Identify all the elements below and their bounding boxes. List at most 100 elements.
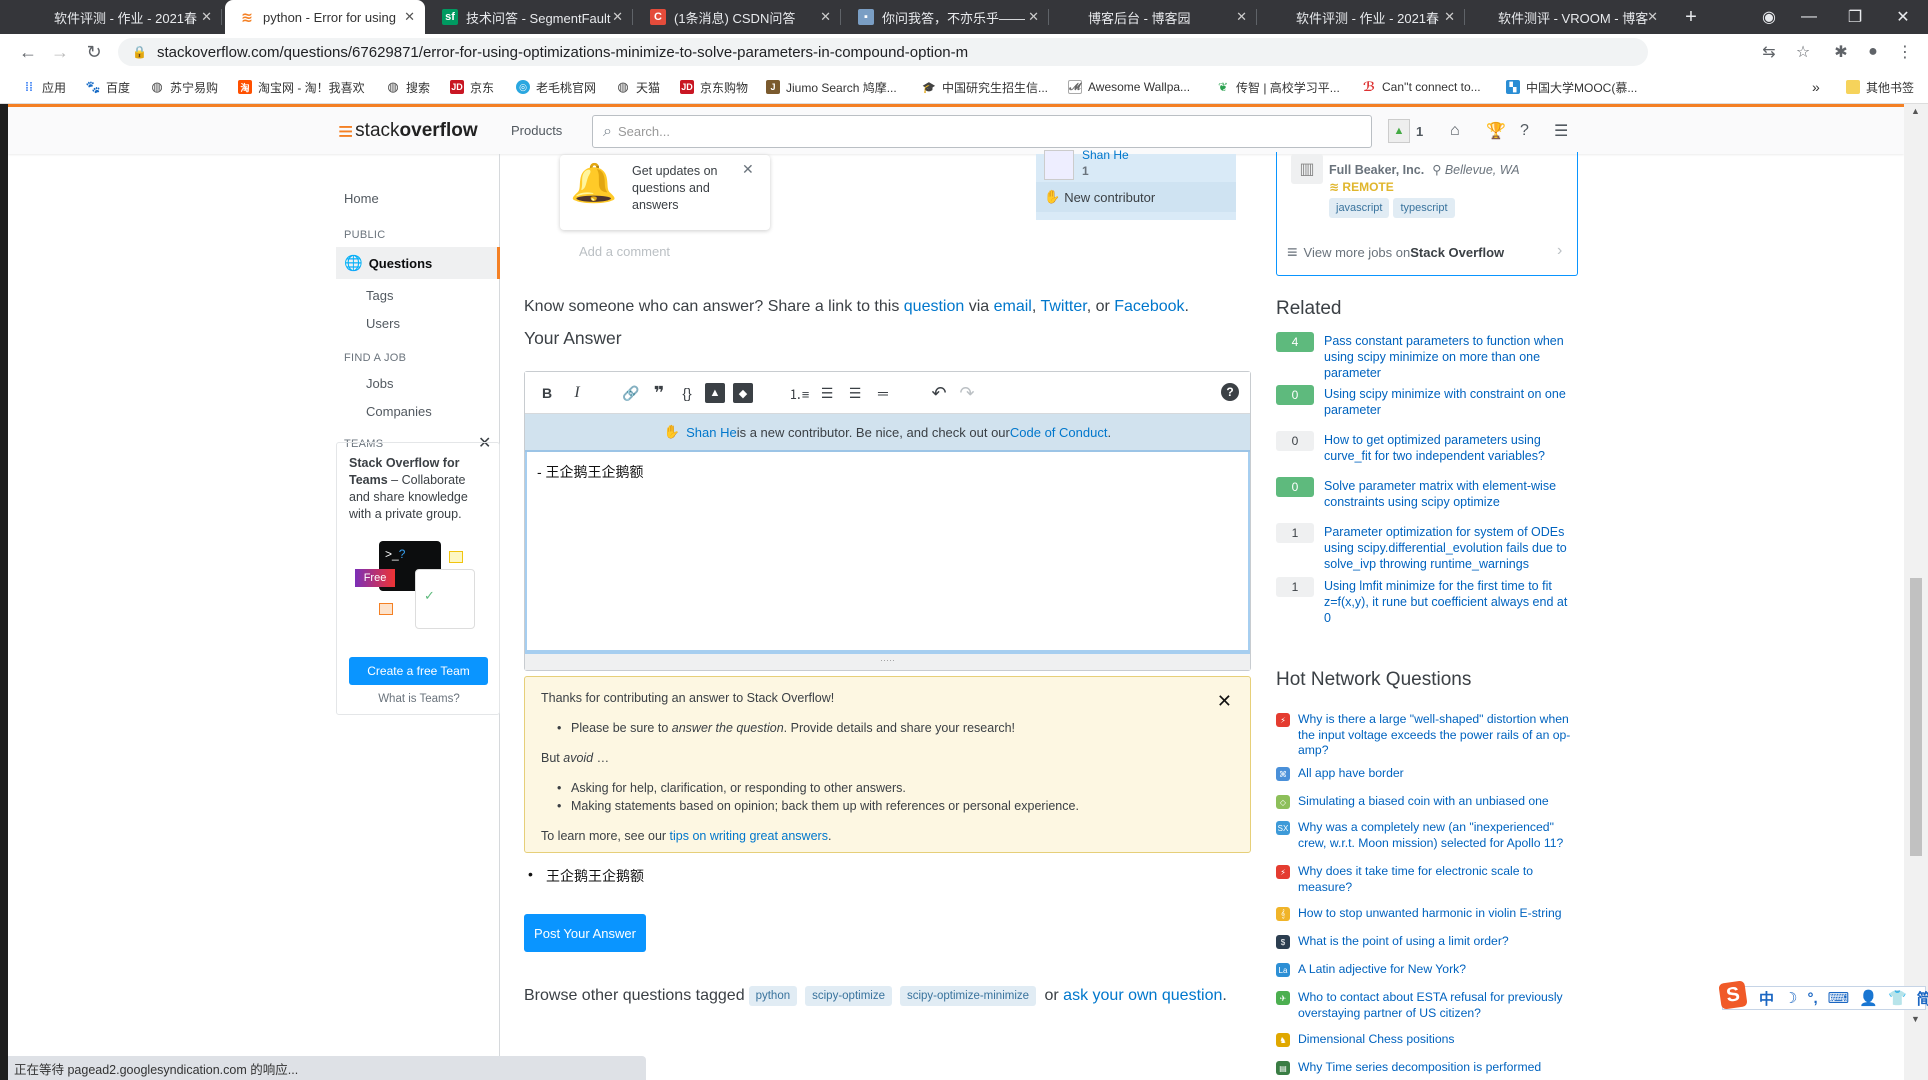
close-window-icon[interactable]: ✕ — [1880, 0, 1926, 34]
bookmark-search[interactable]: ◍ 搜索 — [386, 78, 430, 96]
post-answer-button[interactable]: Post Your Answer — [524, 914, 646, 952]
create-free-team-button[interactable]: Create a free Team — [349, 657, 488, 685]
bookmark-jd-shopping[interactable]: JD 京东购物 — [680, 78, 748, 96]
hot-question-link[interactable]: Why was a completely new (an "inexperien… — [1298, 820, 1578, 851]
tab-2-active[interactable]: ≋ python - Error for using ✕ — [225, 0, 425, 34]
share-twitter-link[interactable]: Twitter — [1040, 298, 1086, 315]
hot-question-link[interactable]: Why is there a large "well-shaped" disto… — [1298, 712, 1578, 759]
link-icon[interactable]: 🔗 — [621, 383, 641, 403]
share-question-link[interactable]: question — [904, 298, 965, 315]
search-input[interactable]: ⌕ Search... — [592, 115, 1372, 148]
hot-question-link[interactable]: Why does it take time for electronic sca… — [1298, 864, 1578, 895]
menu-kebab-icon[interactable]: ⋮ — [1892, 40, 1918, 64]
sidebar-item-companies[interactable]: Companies — [366, 404, 432, 419]
tag-scipy-optimize[interactable]: scipy-optimize — [805, 986, 892, 1006]
bookmarks-overflow-button[interactable]: » — [1812, 78, 1820, 96]
heading-icon[interactable]: ☰ — [845, 383, 865, 403]
site-switcher-icon[interactable]: ☰ — [1554, 119, 1568, 143]
bookmark-yanzhao[interactable]: 🎓 中国研究生招生信... — [922, 78, 1048, 96]
numbered-list-icon[interactable]: ⒈≡ — [789, 383, 810, 403]
related-question-link[interactable]: Solve parameter matrix with element-wise… — [1324, 478, 1576, 510]
products-menu[interactable]: Products — [511, 123, 562, 138]
redo-icon[interactable]: ↷ — [957, 383, 977, 403]
italic-icon[interactable]: I — [567, 383, 587, 403]
back-icon[interactable]: ← — [14, 40, 42, 64]
bookmark-laomaotao[interactable]: ◎ 老毛桃官网 — [516, 78, 596, 96]
other-bookmarks[interactable]: 其他书签 — [1846, 78, 1914, 96]
achievements-trophy-icon[interactable]: 🏆 — [1486, 119, 1506, 143]
horizontal-rule-icon[interactable]: ═ — [873, 383, 893, 403]
view-more-jobs-link[interactable]: ≡ View more jobs on Stack Overflow — [1287, 242, 1504, 263]
vertical-scrollbar[interactable]: ▲ ▼ — [1904, 104, 1928, 1080]
contributor-name-link[interactable]: Shan He — [686, 425, 737, 440]
hot-question-link[interactable]: All app have border — [1298, 766, 1578, 782]
add-comment-link[interactable]: Add a comment — [579, 244, 670, 259]
extensions-icon[interactable]: ✱ — [1828, 40, 1854, 64]
hot-question-link[interactable]: Dimensional Chess positions — [1298, 1032, 1578, 1048]
translate-icon[interactable]: ⇆ — [1756, 40, 1782, 64]
bookmark-cant-connect[interactable]: ℬ Can''t connect to... — [1362, 78, 1481, 96]
tab-1[interactable]: 软件评测 - 作业 - 2021春 ✕ — [40, 0, 222, 34]
restore-icon[interactable]: ❐ — [1832, 0, 1878, 34]
close-icon[interactable]: ✕ — [742, 161, 754, 178]
close-icon[interactable]: ✕ — [1444, 9, 1455, 25]
close-icon[interactable]: ✕ — [1236, 9, 1247, 25]
close-icon[interactable]: ✕ — [1217, 691, 1232, 712]
code-braces-icon[interactable]: {} — [677, 383, 697, 403]
bookmark-wallpaper[interactable]: 𝓜 Awesome Wallpa... — [1068, 78, 1190, 96]
bookmark-mooc[interactable]: ▚ 中国大学MOOC(慕... — [1506, 78, 1637, 96]
sidebar-item-tags[interactable]: Tags — [366, 288, 393, 303]
job-tag[interactable]: typescript — [1393, 198, 1455, 218]
help-icon[interactable]: ? — [1520, 119, 1529, 143]
tab-8[interactable]: 软件测评 - VROOM - 博客 ✕ — [1468, 0, 1668, 34]
blockquote-icon[interactable]: ❞ — [649, 383, 669, 403]
snippet-icon[interactable]: ◆ — [733, 383, 753, 403]
related-question-link[interactable]: Using scipy minimize with constraint on … — [1324, 386, 1576, 418]
bookmark-jd[interactable]: JD 京东 — [450, 78, 494, 96]
share-email-link[interactable]: email — [994, 298, 1032, 315]
close-icon[interactable]: ✕ — [612, 9, 623, 25]
scroll-down-arrow-icon[interactable]: ▼ — [1911, 1014, 1920, 1024]
bookmark-apps[interactable]: ⁞⁞ 应用 — [22, 78, 66, 96]
ime-punctuation-icon[interactable]: °, — [1807, 990, 1817, 1007]
address-bar[interactable]: 🔒 stackoverflow.com/questions/67629871/e… — [118, 38, 1648, 66]
sidebar-item-questions[interactable]: 🌐 Questions — [336, 247, 500, 279]
user-avatar[interactable] — [1044, 150, 1074, 180]
bold-icon[interactable]: B — [537, 383, 557, 403]
ime-user-icon[interactable]: 👤 — [1859, 989, 1878, 1007]
scroll-up-arrow-icon[interactable]: ▲ — [1911, 106, 1920, 116]
close-icon[interactable]: ✕ — [201, 9, 212, 25]
related-question-link[interactable]: Parameter optimization for system of ODE… — [1324, 524, 1576, 572]
related-question-link[interactable]: Using lmfit minimize for the first time … — [1324, 578, 1576, 626]
ask-question-link[interactable]: ask your own question — [1063, 987, 1222, 1005]
what-is-teams-link[interactable]: What is Teams? — [337, 693, 501, 705]
bookmark-taobao[interactable]: 淘淘宝网 - 淘！我喜欢 — [238, 78, 365, 96]
undo-icon[interactable]: ↶ — [929, 383, 949, 403]
close-icon[interactable]: ✕ — [820, 9, 831, 25]
ime-chinese-mode-icon[interactable]: 中 — [1759, 988, 1774, 1009]
bookmark-chuanzhi[interactable]: ❦ 传智 | 高校学习平... — [1216, 78, 1340, 96]
tips-writing-answers-link[interactable]: tips on writing great answers — [670, 829, 828, 843]
close-icon[interactable]: ✕ — [1028, 9, 1039, 25]
ime-moon-icon[interactable]: ☽ — [1784, 989, 1797, 1007]
hot-question-link[interactable]: A Latin adjective for New York? — [1298, 962, 1578, 978]
hot-question-link[interactable]: What is the point of using a limit order… — [1298, 934, 1578, 950]
sidebar-item-home[interactable]: Home — [344, 191, 379, 206]
user-avatar[interactable]: ▲ — [1388, 119, 1410, 143]
forward-icon[interactable]: → — [46, 40, 74, 64]
hot-question-link[interactable]: Simulating a biased coin with an unbiase… — [1298, 794, 1578, 810]
job-tag[interactable]: javascript — [1329, 198, 1390, 218]
tab-5[interactable]: ▪ 你问我答，不亦乐乎—— ✕ — [844, 0, 1049, 34]
share-facebook-link[interactable]: Facebook — [1114, 298, 1184, 315]
related-question-link[interactable]: Pass constant parameters to function whe… — [1324, 333, 1576, 381]
profile-avatar-icon[interactable]: ● — [1860, 40, 1886, 64]
resize-grip[interactable]: ····· — [525, 652, 1250, 670]
ime-keyboard-icon[interactable]: ⌨ — [1828, 989, 1850, 1007]
tag-scipy-optimize-minimize[interactable]: scipy-optimize-minimize — [899, 986, 1037, 1006]
chevron-right-icon[interactable]: › — [1557, 242, 1562, 260]
sidebar-item-jobs[interactable]: Jobs — [366, 376, 393, 391]
tag-python[interactable]: python — [748, 986, 798, 1006]
tab-4[interactable]: C (1条消息) CSDN问答 ✕ — [636, 0, 841, 34]
help-icon[interactable]: ? — [1221, 383, 1239, 401]
close-icon[interactable]: ✕ — [404, 9, 415, 25]
